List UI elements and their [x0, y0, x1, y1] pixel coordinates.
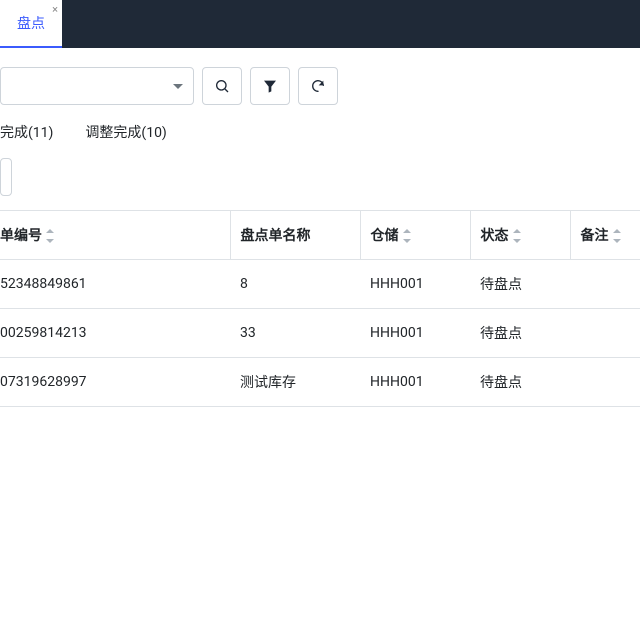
inventory-table: 单编号 盘点单名称 仓储 状态 备注 52348849861 8 HHH001 …	[0, 210, 640, 407]
refresh-icon	[310, 78, 326, 94]
cell-status: 待盘点	[470, 260, 570, 309]
topbar: 盘点 ×	[0, 0, 640, 48]
cell-remark	[570, 260, 640, 309]
cell-num: 00259814213	[0, 309, 230, 358]
action-button-cut[interactable]	[0, 158, 12, 196]
search-button[interactable]	[202, 67, 242, 105]
filter-dropdown[interactable]	[0, 67, 194, 105]
cell-storage: HHH001	[360, 260, 470, 309]
cell-name: 33	[230, 309, 360, 358]
toolbar	[0, 58, 640, 114]
table-row[interactable]: 00259814213 33 HHH001 待盘点	[0, 309, 640, 358]
status-tab-adjusted[interactable]: 调整完成(10)	[85, 122, 166, 142]
tab-label: 盘点	[17, 13, 45, 33]
cell-name: 测试库存	[230, 358, 360, 407]
col-header-storage[interactable]: 仓储	[360, 211, 470, 260]
cell-status: 待盘点	[470, 358, 570, 407]
status-tab-complete[interactable]: 完成(11)	[0, 122, 53, 142]
table-row[interactable]: 07319628997 测试库存 HHH001 待盘点	[0, 358, 640, 407]
col-header-remark[interactable]: 备注	[570, 211, 640, 260]
sort-icon	[403, 229, 411, 243]
cell-storage: HHH001	[360, 358, 470, 407]
col-header-name[interactable]: 盘点单名称	[230, 211, 360, 260]
filter-button[interactable]	[250, 67, 290, 105]
col-header-num[interactable]: 单编号	[0, 211, 230, 260]
cell-num: 07319628997	[0, 358, 230, 407]
sort-icon	[613, 229, 621, 243]
sort-icon	[513, 229, 521, 243]
refresh-button[interactable]	[298, 67, 338, 105]
close-icon[interactable]: ×	[52, 4, 58, 15]
search-icon	[214, 78, 230, 94]
cell-num: 52348849861	[0, 260, 230, 309]
cell-status: 待盘点	[470, 309, 570, 358]
cell-remark	[570, 309, 640, 358]
col-header-status[interactable]: 状态	[470, 211, 570, 260]
table-row[interactable]: 52348849861 8 HHH001 待盘点	[0, 260, 640, 309]
sort-icon	[46, 229, 54, 243]
chevron-down-icon	[173, 84, 183, 89]
cell-storage: HHH001	[360, 309, 470, 358]
table-header-row: 单编号 盘点单名称 仓储 状态 备注	[0, 211, 640, 260]
active-tab[interactable]: 盘点 ×	[0, 0, 62, 48]
cell-remark	[570, 358, 640, 407]
cell-name: 8	[230, 260, 360, 309]
filter-icon	[262, 78, 278, 94]
header-bar	[62, 0, 640, 48]
table-body: 52348849861 8 HHH001 待盘点 00259814213 33 …	[0, 260, 640, 407]
status-tabs: 完成(11) 调整完成(10)	[0, 114, 640, 158]
